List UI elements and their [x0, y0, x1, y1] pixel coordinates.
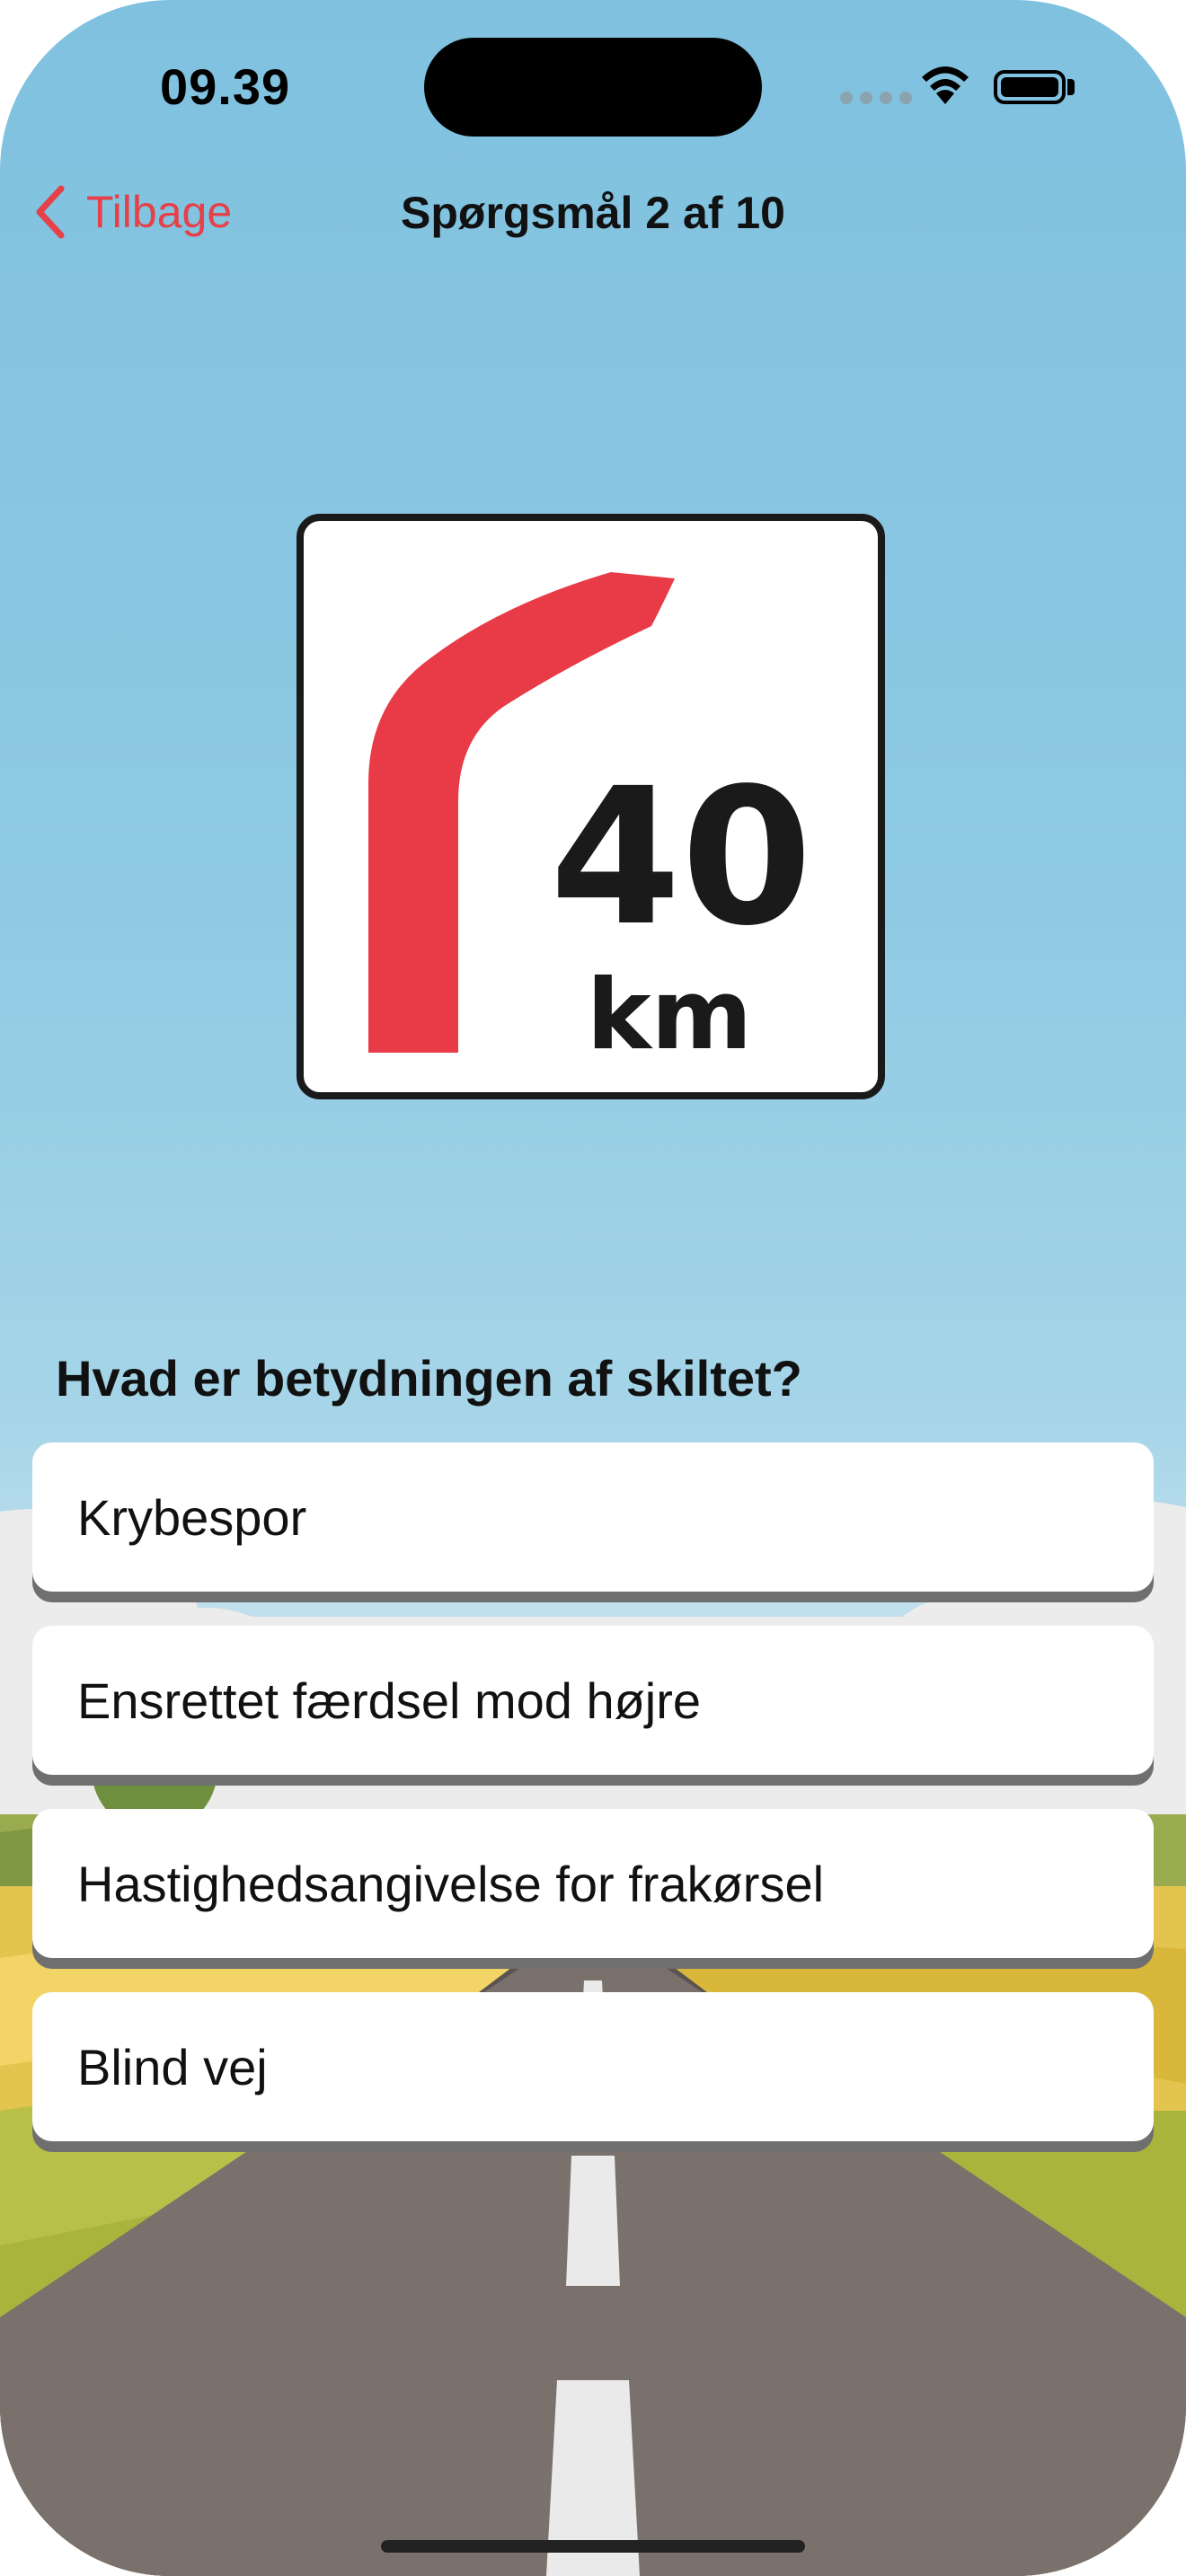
- answer-option-1[interactable]: Krybespor: [32, 1442, 1154, 1592]
- dynamic-island: [424, 38, 762, 137]
- question-text: Hvad er betydningen af skiltet?: [56, 1350, 802, 1407]
- wifi-icon: [922, 66, 969, 104]
- status-time: 09.39: [160, 58, 291, 115]
- sign-number: 40: [550, 747, 812, 967]
- answer-option-3[interactable]: Hastighedsangivelse for frakørsel: [32, 1809, 1154, 1958]
- cellular-signal-icon: [840, 92, 919, 109]
- page-title: Spørgsmål 2 af 10: [401, 188, 785, 238]
- sign-unit: km: [587, 959, 752, 1072]
- answer-option-4[interactable]: Blind vej: [32, 1992, 1154, 2141]
- answer-option-2[interactable]: Ensrettet færdsel mod højre: [32, 1626, 1154, 1775]
- home-indicator[interactable]: [381, 2540, 805, 2553]
- battery-icon: [994, 70, 1066, 104]
- road-sign-image: 40 km: [296, 514, 885, 1099]
- app-screen: 09.39 Tilbage Spørgsmål 2 af 10 40 km Hv…: [0, 0, 1186, 2576]
- answer-label: Ensrettet færdsel mod højre: [77, 1672, 702, 1729]
- battery-tip: [1067, 79, 1075, 95]
- answer-label: Hastighedsangivelse for frakørsel: [77, 1855, 825, 1912]
- road-landscape-background: [0, 1500, 1186, 2576]
- answer-label: Krybespor: [77, 1488, 307, 1546]
- answer-label: Blind vej: [77, 2038, 268, 2095]
